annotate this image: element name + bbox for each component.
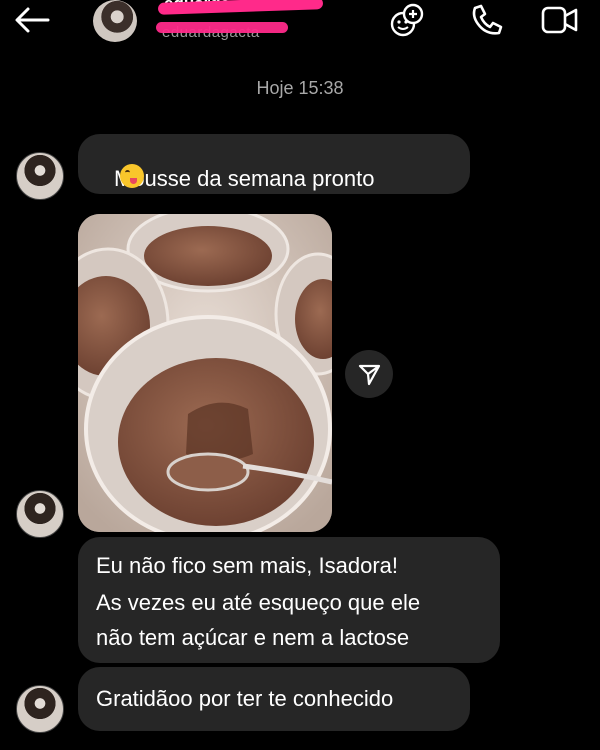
phone-icon: [472, 4, 503, 35]
mousse-photo-image: [78, 214, 332, 532]
video-camera-icon: [541, 6, 578, 34]
arrow-left-icon: [15, 7, 50, 33]
redaction-mark: [156, 22, 288, 33]
header-avatar[interactable]: [93, 0, 137, 42]
message-bubble[interactable]: Eu não fico sem mais, Isadora! As vezes …: [78, 537, 500, 663]
message-bubble[interactable]: Gratidãoo por ter te conhecido: [78, 667, 470, 731]
share-button[interactable]: [345, 350, 393, 398]
redaction-mark: [157, 0, 324, 15]
video-call-button[interactable]: [540, 2, 580, 38]
message-bubble[interactable]: Mousse da semana pronto: [78, 134, 470, 194]
message-line: As vezes eu até esqueço que ele: [96, 590, 421, 615]
sender-avatar[interactable]: [16, 490, 64, 538]
message-text: Gratidãoo por ter te conhecido: [96, 686, 394, 711]
message-timestamp: Hoje 15:38: [256, 78, 344, 98]
contact-name[interactable]: eduarda eduardagacta: [156, 0, 328, 44]
effects-icon: [390, 3, 424, 37]
sender-avatar[interactable]: [16, 685, 64, 733]
message-line: não tem açúcar e nem a lactose: [96, 625, 410, 650]
yum-emoji-icon: [120, 164, 144, 188]
chat-header: eduarda eduardagacta: [0, 0, 600, 50]
call-button[interactable]: [466, 2, 506, 38]
message-text-content: Mousse da semana pronto: [114, 166, 375, 191]
back-button[interactable]: [12, 4, 52, 36]
shared-photo[interactable]: [78, 214, 332, 532]
send-icon: [358, 364, 381, 386]
effects-button[interactable]: [388, 2, 428, 38]
message-line: Eu não fico sem mais, Isadora!: [96, 553, 399, 578]
sender-avatar[interactable]: [16, 152, 64, 200]
